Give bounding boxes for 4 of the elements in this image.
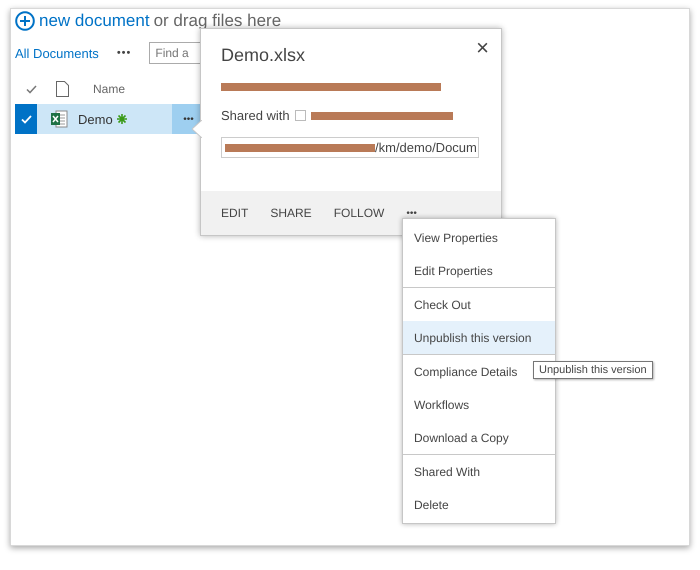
drag-files-hint: or drag files here <box>154 12 282 30</box>
shared-with-label: Shared with <box>221 108 290 123</box>
tooltip: Unpublish this version <box>533 361 653 379</box>
callout-title: Demo.xlsx <box>221 45 306 66</box>
